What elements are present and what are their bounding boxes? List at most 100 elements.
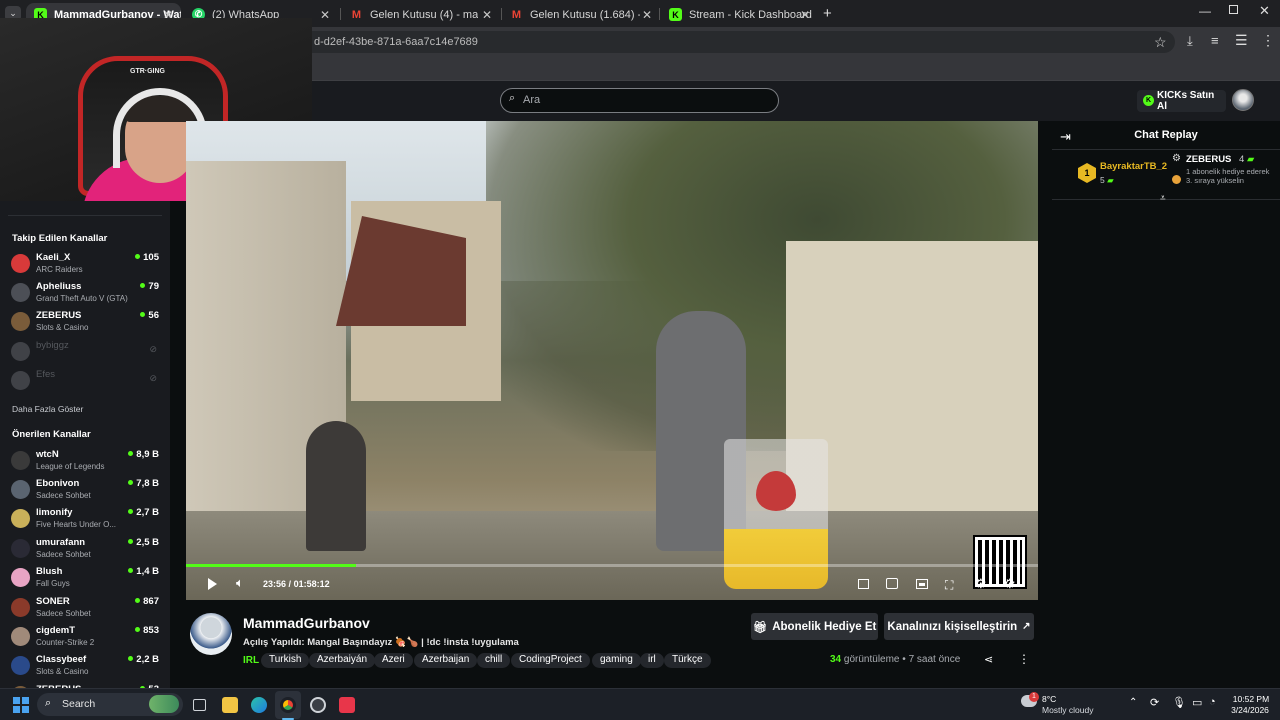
chevron-up-icon[interactable]: ⌃ xyxy=(1129,697,1137,708)
channel-item[interactable]: limonify Five Hearts Under O... 2,7 B xyxy=(10,506,165,532)
close-icon[interactable]: ✕ xyxy=(320,8,330,22)
expand-leaderboard-icon[interactable]: ⩡ xyxy=(1160,193,1166,204)
channel-item[interactable]: Ebonivon Sadece Sohbet 7,8 B xyxy=(10,477,165,503)
sync-icon[interactable]: ⟳ xyxy=(1150,696,1159,709)
chat-divider xyxy=(1052,149,1280,150)
viewer-count: 1,4 B xyxy=(128,566,159,577)
channel-category: Fall Guys xyxy=(36,579,70,588)
tag-chip[interactable]: chill xyxy=(477,653,511,668)
tab-gmail-1[interactable]: M Gelen Kutusu (4) - mammadgu ✕ xyxy=(342,3,500,27)
clock-date[interactable]: 3/24/2026 xyxy=(1226,705,1274,715)
miniplayer-icon[interactable] xyxy=(858,579,869,589)
share-icon[interactable]: ⋖ xyxy=(984,653,993,666)
gift-user-name: ZEBERUS xyxy=(1186,154,1232,165)
clip-icon[interactable] xyxy=(886,578,898,589)
category-link[interactable]: IRL xyxy=(243,655,259,666)
window-close-button[interactable]: ✕ xyxy=(1259,3,1270,19)
channel-item[interactable]: umurafann Sadece Sohbet 2,5 B xyxy=(10,536,165,562)
progress-track[interactable] xyxy=(186,564,1038,567)
buy-kicks-button[interactable]: K KICKs Satın Al xyxy=(1137,90,1226,112)
download-icon[interactable]: ⤓ xyxy=(1187,33,1193,49)
minimize-button[interactable]: — xyxy=(1199,4,1211,18)
address-bar[interactable]: d-d2ef-43be-871a-6aa7c14e7689 xyxy=(300,31,1175,53)
menu-icon[interactable]: ⋮ xyxy=(1261,32,1275,49)
channel-category: Five Hearts Under O... xyxy=(36,520,117,529)
channel-name: Apheliuss xyxy=(36,281,82,292)
media-control-icon[interactable]: ≡ xyxy=(1211,33,1219,48)
restore-button[interactable] xyxy=(1229,5,1238,14)
channel-item[interactable]: cigdemT Counter-Strike 2 853 xyxy=(10,624,165,650)
channel-avatar xyxy=(11,568,30,587)
channel-category: ARC Raiders xyxy=(36,265,83,274)
theater-mode-icon[interactable] xyxy=(916,579,928,589)
show-more-link[interactable]: Daha Fazla Göster xyxy=(12,404,83,414)
customize-channel-button[interactable]: Kanalınızı kişiselleştirin ↗ xyxy=(884,613,1034,640)
fullscreen-icon[interactable]: ⛶ xyxy=(945,578,953,593)
taskbar-search-box[interactable]: ⌕ Search xyxy=(37,693,183,716)
tag-chip[interactable]: irl xyxy=(640,653,664,668)
channel-avatar[interactable] xyxy=(190,613,232,655)
volume-icon[interactable]: 🔈︎ xyxy=(236,575,244,591)
leader-count: 5 ▰ xyxy=(1100,175,1114,186)
channel-item[interactable]: wtcN League of Legends 8,9 B xyxy=(10,448,165,474)
chat-title: Chat Replay xyxy=(1134,129,1198,141)
viewer-count: 867 xyxy=(135,596,159,607)
chrome-icon[interactable] xyxy=(280,697,296,713)
channel-category: Counter-Strike 2 xyxy=(36,638,95,647)
gear-icon[interactable]: ⚙ xyxy=(1004,576,1016,592)
leader-name: BayraktarTB_2 xyxy=(1100,161,1168,172)
video-player[interactable]: 🔈︎ 23:56 / 01:58:12 ⛶ ⚙ ⚙ xyxy=(186,121,1038,600)
channel-name[interactable]: MammadGurbanov xyxy=(243,615,370,631)
star-icon[interactable]: ☆ xyxy=(1154,34,1167,51)
new-tab-button[interactable]: + xyxy=(823,5,832,22)
sub-gift-icon: ▰ xyxy=(1246,154,1255,165)
channel-name: bybiggz xyxy=(36,340,69,351)
kick-icon: K xyxy=(669,8,682,21)
settings-icon[interactable]: ⚙ xyxy=(975,576,987,592)
display-icon[interactable]: ▭ xyxy=(1192,696,1202,709)
viewer-count: 7,8 B xyxy=(128,478,159,489)
tag-chip[interactable]: Azerbaiyán xyxy=(309,653,376,668)
sidebar: Takip Edilen Kanallar Kaeli_X ARC Raiders… xyxy=(0,201,170,688)
channel-item[interactable]: SONER Sadece Sohbet 867 xyxy=(10,595,165,621)
channel-item[interactable]: bybiggz ⊘ xyxy=(10,339,165,365)
channel-item[interactable]: ZEBERUS Slots & Casino 56 xyxy=(10,309,165,335)
more-options-icon[interactable]: ⋮ xyxy=(1018,652,1030,666)
tag-chip[interactable]: Azeri xyxy=(374,653,413,668)
channel-item[interactable]: Blush Fall Guys 1,4 B xyxy=(10,565,165,591)
extensions-icon[interactable]: ☰ xyxy=(1235,32,1248,49)
tag-chip[interactable]: Türkçe xyxy=(664,653,711,668)
gift-subscription-button[interactable]: 🎁︎ Abonelik Hediye Et xyxy=(751,613,878,640)
wifi-icon[interactable]: ◔ xyxy=(1209,696,1216,708)
file-explorer-icon[interactable] xyxy=(222,697,238,713)
play-button[interactable] xyxy=(208,578,217,590)
search-input[interactable]: ⌕ Ara xyxy=(500,88,779,113)
tag-chip[interactable]: Azerbaijan xyxy=(414,653,478,668)
streaming-app-icon[interactable] xyxy=(339,697,355,713)
user-avatar[interactable] xyxy=(1232,89,1254,111)
channel-item[interactable]: Efes ⊘ xyxy=(10,368,165,394)
channel-item[interactable]: Apheliuss Grand Theft Auto V (GTA) 79 xyxy=(10,280,165,306)
tag-chip[interactable]: CodingProject xyxy=(511,653,590,668)
viewer-count: 2,2 B xyxy=(128,654,159,665)
channel-avatar xyxy=(11,312,30,331)
task-view-icon[interactable] xyxy=(193,699,206,711)
clock-time[interactable]: 10:52 PM xyxy=(1230,694,1272,704)
close-icon[interactable]: ✕ xyxy=(642,8,652,22)
microphone-icon[interactable]: 🎙︎ xyxy=(1172,696,1186,709)
tab-gmail-2[interactable]: M Gelen Kutusu (1.684) - memme ✕ xyxy=(502,3,660,27)
channel-item[interactable]: Kaeli_X ARC Raiders 105 xyxy=(10,251,165,277)
tag-chip[interactable]: Turkish xyxy=(261,653,310,668)
obs-icon[interactable] xyxy=(310,697,326,713)
gmail-icon: M xyxy=(511,8,522,21)
tag-chip[interactable]: gaming xyxy=(592,653,641,668)
windows-start-icon[interactable] xyxy=(13,697,29,713)
edge-icon[interactable] xyxy=(251,697,267,713)
viewer-count: 2,5 B xyxy=(128,537,159,548)
tab-kick-dashboard[interactable]: K Stream - Kick Dashboard ✕ xyxy=(661,3,818,27)
channel-item[interactable]: Classybeef Slots & Casino 2,2 B xyxy=(10,653,165,679)
close-icon[interactable]: ✕ xyxy=(482,8,492,22)
channel-name: Classybeef xyxy=(36,654,87,665)
stream-title: Açılış Yapıldı: Mangal Başındayız 🍖🍗 | !… xyxy=(243,637,519,648)
close-icon[interactable]: ✕ xyxy=(800,8,810,22)
